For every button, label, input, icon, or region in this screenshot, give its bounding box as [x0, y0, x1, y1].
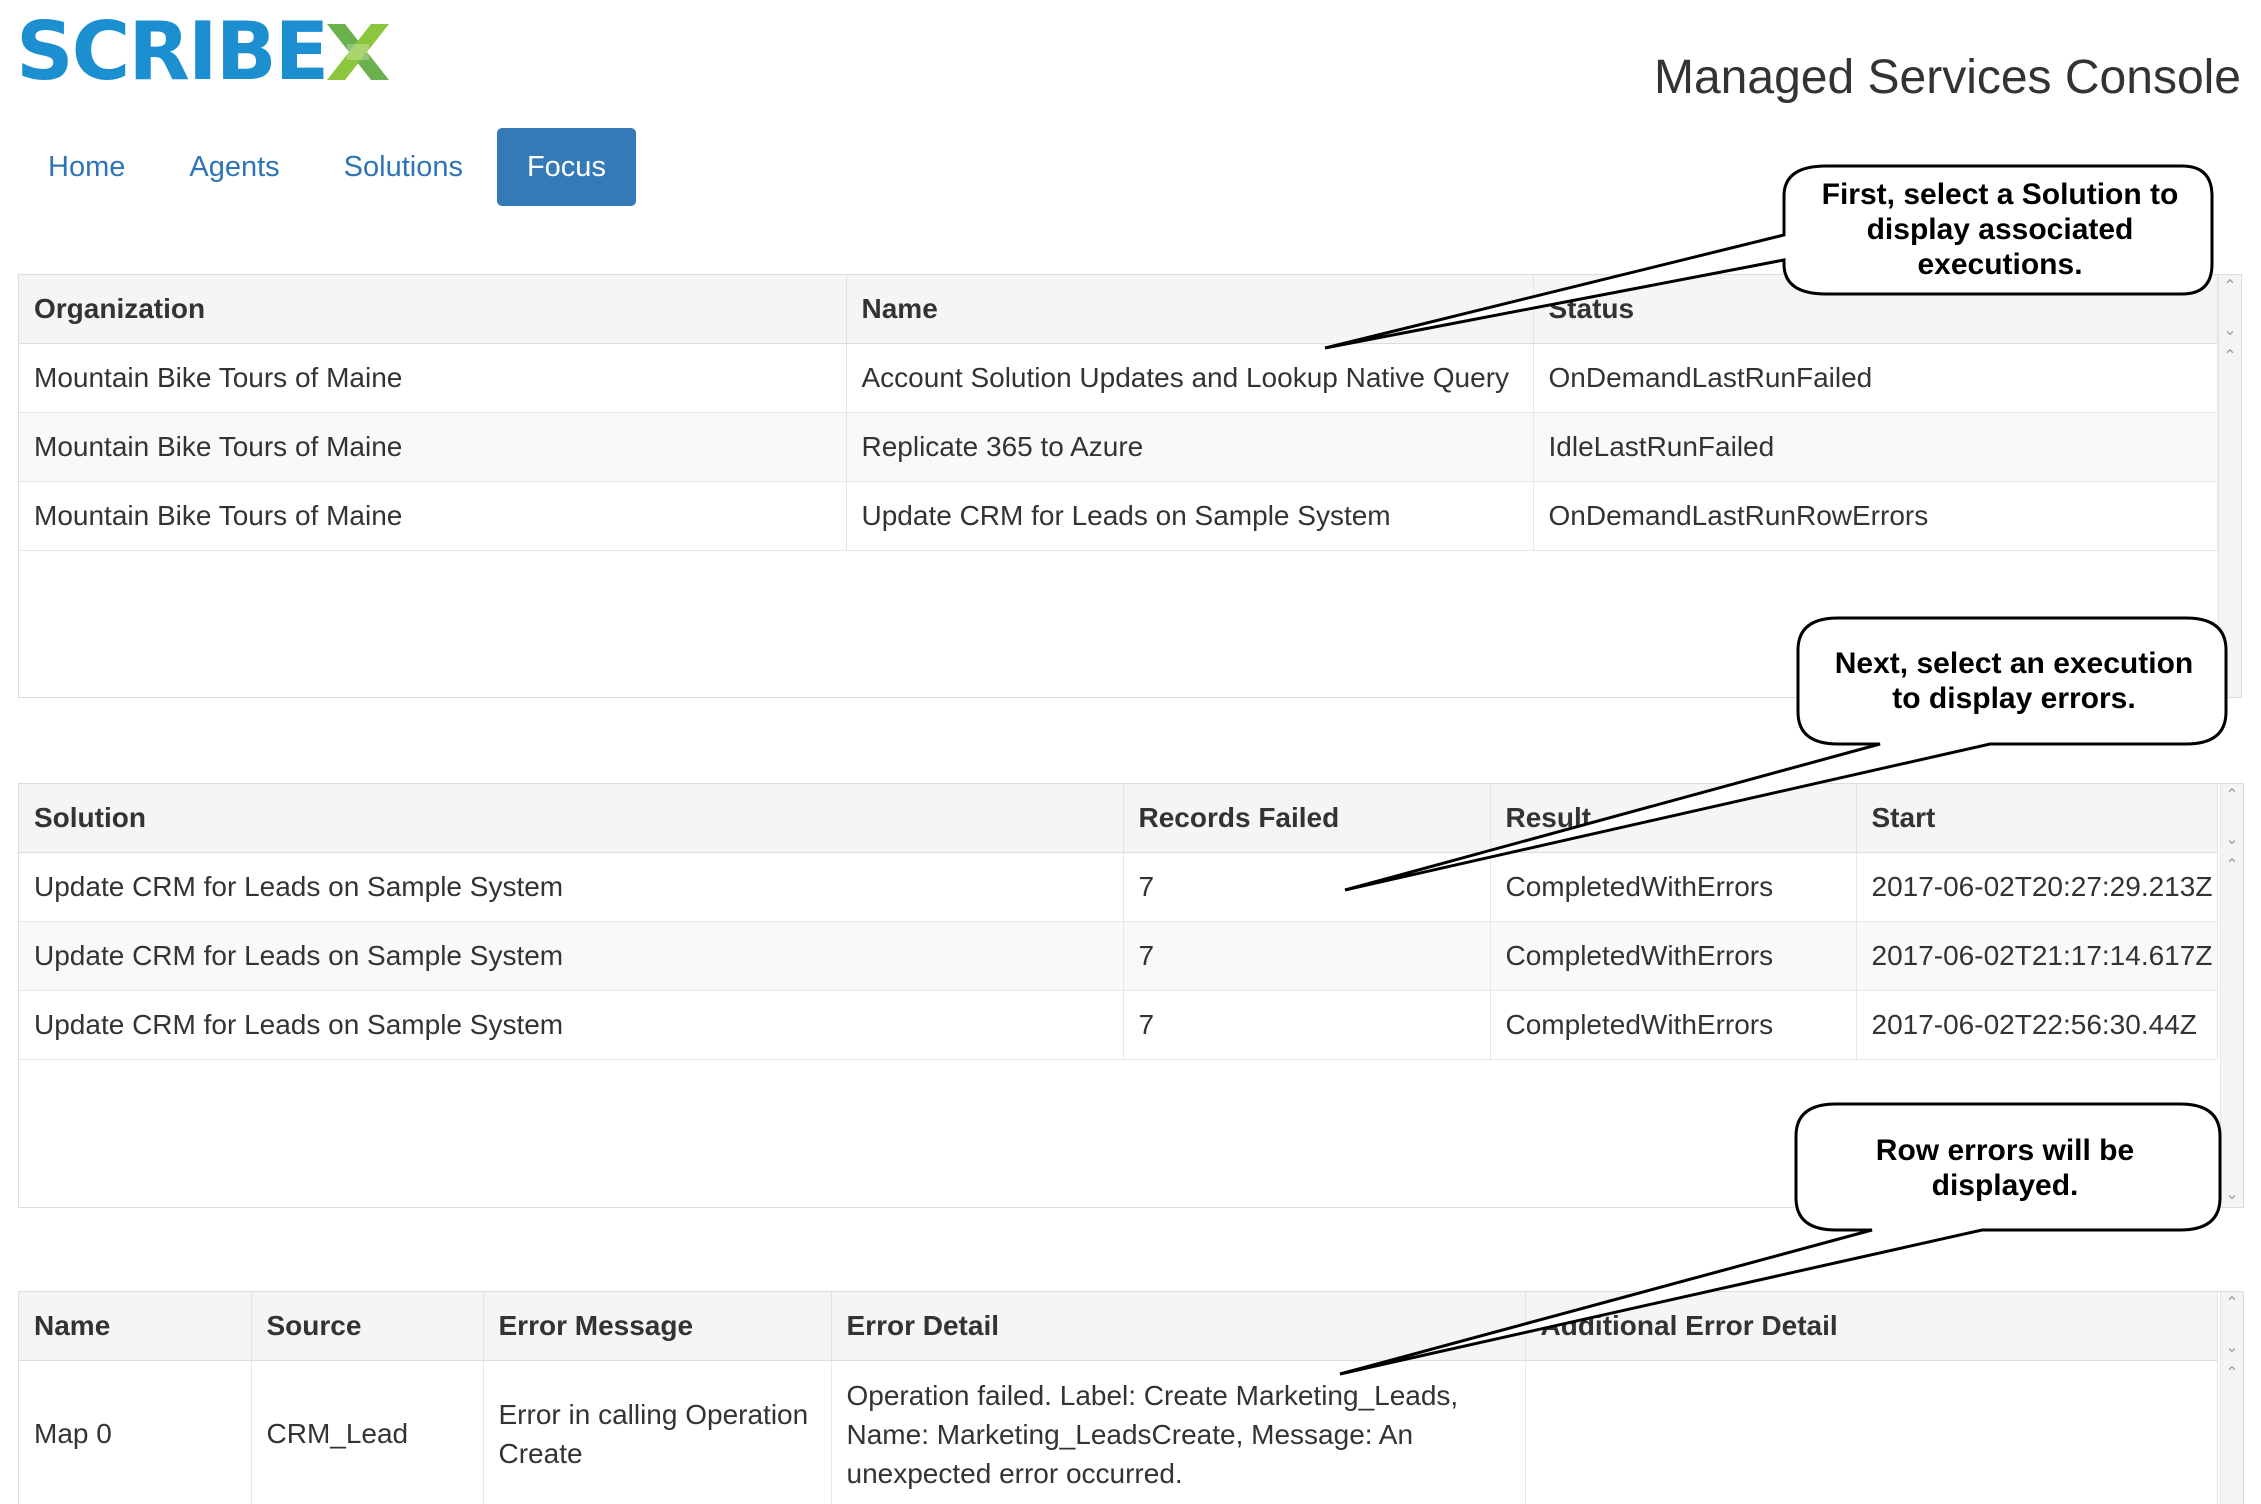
scroll-down-icon[interactable]: ⌄: [2223, 323, 2237, 339]
column-header-name[interactable]: Name: [846, 275, 1534, 344]
cell-start: 2017-06-02T22:56:30.44Z: [1856, 990, 2218, 1060]
cell-solution: Update CRM for Leads on Sample System: [19, 852, 1124, 922]
cell-organization: Mountain Bike Tours of Maine: [19, 343, 847, 413]
cell-name: Update CRM for Leads on Sample System: [846, 481, 1534, 551]
table-row[interactable]: Mountain Bike Tours of Maine Update CRM …: [19, 481, 2218, 551]
column-header-source[interactable]: Source: [251, 1292, 484, 1361]
column-header-records-failed[interactable]: Records Failed: [1123, 784, 1491, 853]
cell-name: Replicate 365 to Azure: [846, 412, 1534, 482]
grid-header-row: Solution Records Failed Result Start: [19, 784, 2218, 853]
nav-agents[interactable]: Agents: [159, 128, 309, 206]
cell-source: CRM_Lead: [251, 1360, 484, 1504]
callout-text-errors: Row errors will be displayed.: [1875, 1134, 2135, 1202]
cell-error-message: Error in calling Operation Create: [483, 1360, 832, 1504]
vertical-scrollbar[interactable]: ⌃ ⌄ ⌃: [2218, 275, 2241, 697]
cell-records-failed: 7: [1123, 852, 1491, 922]
cell-name: Account Solution Updates and Lookup Nati…: [846, 343, 1534, 413]
logo-wordmark: SCRIBE: [16, 5, 329, 98]
cell-result: CompletedWithErrors: [1490, 852, 1857, 922]
column-header-status[interactable]: Status: [1533, 275, 2218, 344]
scroll-up-icon[interactable]: ⌃: [2225, 1366, 2239, 1382]
column-header-result[interactable]: Result: [1490, 784, 1857, 853]
cell-error-detail: Operation failed. Label: Create Marketin…: [831, 1360, 1526, 1504]
nav-focus[interactable]: Focus: [496, 128, 636, 206]
cell-additional-error-detail: [1525, 1360, 2218, 1504]
table-row[interactable]: Mountain Bike Tours of Maine Replicate 3…: [19, 412, 2218, 482]
cell-solution: Update CRM for Leads on Sample System: [19, 921, 1124, 991]
cell-status: OnDemandLastRunRowErrors: [1533, 481, 2218, 551]
column-header-error-message[interactable]: Error Message: [483, 1292, 832, 1361]
table-row[interactable]: Mountain Bike Tours of Maine Account Sol…: [19, 343, 2218, 413]
callout-text-execution: Next, select an execution to display err…: [1834, 647, 2194, 715]
cell-result: CompletedWithErrors: [1490, 990, 1857, 1060]
errors-grid: Name Source Error Message Error Detail A…: [18, 1291, 2244, 1504]
table-row[interactable]: Update CRM for Leads on Sample System 7 …: [19, 921, 2218, 991]
scroll-down-icon[interactable]: ⌄: [2225, 832, 2239, 848]
vertical-scrollbar[interactable]: ⌃ ⌄ ⌃: [2220, 1292, 2243, 1504]
vertical-scrollbar[interactable]: ⌃ ⌄ ⌃ ⌄: [2220, 784, 2243, 1207]
x-mark-icon: [327, 24, 390, 80]
column-header-additional-error-detail[interactable]: Additional Error Detail: [1525, 1292, 2218, 1361]
table-row[interactable]: Map 0 CRM_Lead Error in calling Operatio…: [19, 1360, 2218, 1504]
scroll-down-icon[interactable]: ⌄: [2225, 1340, 2239, 1356]
nav-solutions[interactable]: Solutions: [314, 128, 493, 206]
cell-start: 2017-06-02T21:17:14.617Z: [1856, 921, 2218, 991]
scroll-up-icon[interactable]: ⌃: [2223, 349, 2237, 365]
table-row[interactable]: Update CRM for Leads on Sample System 7 …: [19, 852, 2218, 922]
cell-name: Map 0: [19, 1360, 252, 1504]
scribe-logo: SCRIBE: [16, 12, 393, 92]
callout-text-solution: First, select a Solution to display asso…: [1821, 178, 2179, 281]
nav-home[interactable]: Home: [18, 128, 155, 206]
cell-solution: Update CRM for Leads on Sample System: [19, 990, 1124, 1060]
table-row[interactable]: Update CRM for Leads on Sample System 7 …: [19, 990, 2218, 1060]
scroll-up-icon[interactable]: ⌃: [2225, 858, 2239, 874]
page-title: Managed Services Console: [1654, 51, 2241, 104]
grid-header-row: Name Source Error Message Error Detail A…: [19, 1292, 2218, 1361]
column-header-error-detail[interactable]: Error Detail: [831, 1292, 1526, 1361]
scroll-up-icon[interactable]: ⌃: [2225, 788, 2239, 804]
cell-organization: Mountain Bike Tours of Maine: [19, 481, 847, 551]
solutions-grid: Organization Name Status Mountain Bike T…: [18, 274, 2242, 698]
column-header-name[interactable]: Name: [19, 1292, 252, 1361]
cell-status: IdleLastRunFailed: [1533, 412, 2218, 482]
main-nav: Home Agents Solutions Focus: [18, 128, 640, 206]
column-header-start[interactable]: Start: [1856, 784, 2218, 853]
column-header-organization[interactable]: Organization: [19, 275, 847, 344]
scroll-down-icon[interactable]: ⌄: [2225, 1187, 2239, 1203]
cell-result: CompletedWithErrors: [1490, 921, 1857, 991]
scroll-up-icon[interactable]: ⌃: [2223, 279, 2237, 295]
column-header-solution[interactable]: Solution: [19, 784, 1124, 853]
cell-records-failed: 7: [1123, 921, 1491, 991]
cell-start: 2017-06-02T20:27:29.213Z: [1856, 852, 2218, 922]
cell-records-failed: 7: [1123, 990, 1491, 1060]
scroll-up-icon[interactable]: ⌃: [2225, 1296, 2239, 1312]
cell-organization: Mountain Bike Tours of Maine: [19, 412, 847, 482]
grid-header-row: Organization Name Status: [19, 275, 2218, 344]
cell-status: OnDemandLastRunFailed: [1533, 343, 2218, 413]
